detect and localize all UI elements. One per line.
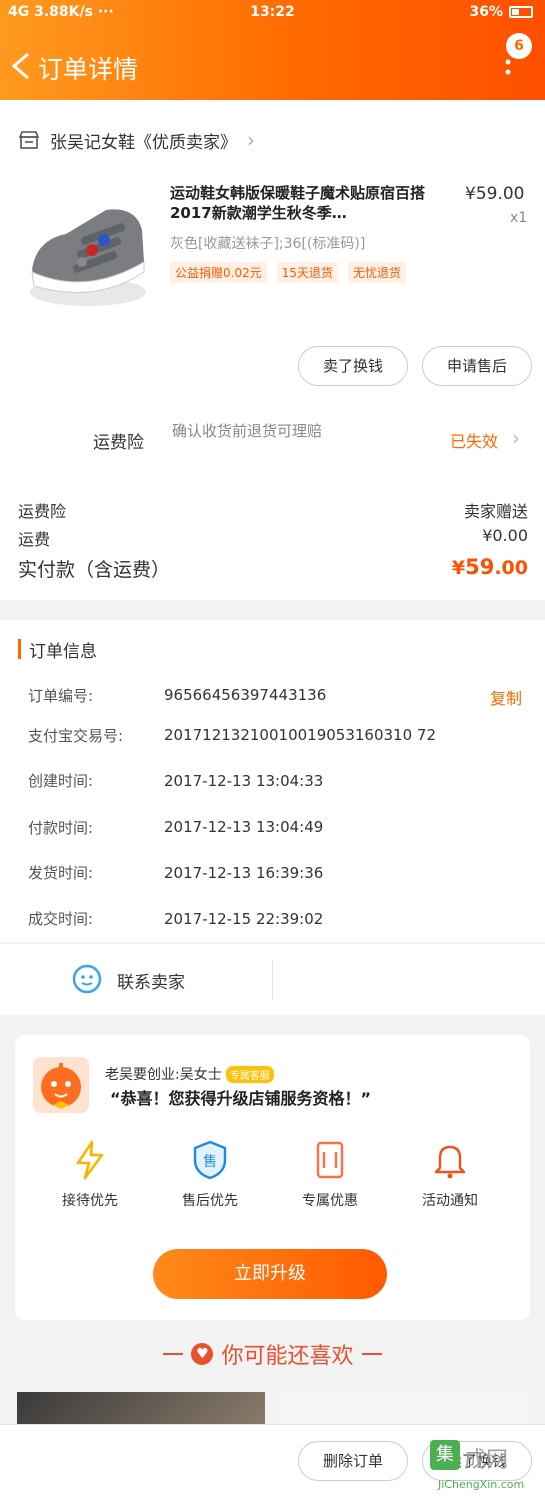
shop-name: 张吴记女鞋《优质卖家》 bbox=[50, 132, 237, 153]
shop-row[interactable]: 张吴记女鞋《优质卖家》 › bbox=[18, 125, 255, 155]
product-title[interactable]: 运动鞋女韩版保暖鞋子魔术贴原宿百搭2017新款潮学生秋冬季… bbox=[170, 183, 450, 223]
after-sale-button[interactable]: 申请售后 bbox=[422, 346, 532, 386]
watermark-url: JiChengXin.com bbox=[438, 1478, 525, 1491]
divider bbox=[272, 960, 273, 1000]
shipping-insurance-desc: 确认收货前退货可理赔 bbox=[172, 422, 323, 440]
upgrade-button[interactable]: 立即升级 bbox=[153, 1249, 387, 1299]
battery-icon bbox=[509, 6, 533, 18]
service-upgrade-card: 老吴要创业:吴女士 专属客服 “恭喜！您获得升级店铺服务资格！” 接待优先 售 … bbox=[15, 1035, 530, 1320]
perk-label: 专属优惠 bbox=[302, 1193, 358, 1209]
order-info-title: 订单信息 bbox=[29, 641, 97, 662]
created-time-value: 2017-12-13 13:04:33 bbox=[164, 772, 324, 790]
product-tags: 公益捐赠0.02元 15天退货 无忧退货 bbox=[170, 262, 407, 283]
status-bar: 4G 3.88K/s ··· 13:22 36% bbox=[0, 0, 545, 26]
contact-seller-row[interactable]: 联系卖家 bbox=[0, 943, 545, 1015]
chevron-right-icon: › bbox=[247, 128, 255, 152]
status-right: 36% bbox=[469, 4, 533, 20]
navbar: 订单详情 bbox=[0, 40, 545, 90]
copy-button[interactable]: 复制 bbox=[490, 685, 522, 709]
perk-label: 接待优先 bbox=[62, 1193, 118, 1209]
section-accent-bar bbox=[18, 639, 21, 659]
mascot-avatar bbox=[33, 1057, 89, 1113]
order-number-label: 订单编号: bbox=[28, 687, 94, 705]
fee-shipping-row: 运费 ¥0.00 bbox=[18, 526, 528, 550]
more-icon[interactable] bbox=[502, 58, 514, 78]
delete-order-button[interactable]: 删除订单 bbox=[298, 1441, 408, 1481]
recommend-header: ♥ 你可能还喜欢 bbox=[0, 1338, 545, 1378]
status-time: 13:22 bbox=[250, 4, 295, 20]
total-decimal: .00 bbox=[494, 557, 528, 579]
order-info-header: 订单信息 bbox=[18, 637, 97, 662]
lightning-icon bbox=[76, 1140, 104, 1180]
back-arrow-icon[interactable] bbox=[10, 52, 32, 80]
fee-insurance-value: 卖家赠送 bbox=[463, 502, 528, 521]
svg-text:售: 售 bbox=[203, 1154, 217, 1170]
tag-charity: 公益捐赠0.02元 bbox=[170, 262, 267, 283]
shipped-time-label: 发货时间: bbox=[28, 864, 94, 882]
promo-badge: 专属客服 bbox=[225, 1065, 274, 1083]
contact-seller-label: 联系卖家 bbox=[117, 973, 185, 993]
product-price: ¥59.00 bbox=[465, 184, 525, 204]
header-bar: 4G 3.88K/s ··· 13:22 36% 订单详情 6 bbox=[0, 0, 545, 100]
shield-icon: 售 bbox=[193, 1140, 227, 1180]
perk-exclusive-discount: 专属优惠 bbox=[275, 1140, 385, 1210]
perk-label: 售后优先 bbox=[182, 1193, 238, 1209]
sell-again-button[interactable]: 卖了换钱 bbox=[298, 346, 408, 386]
watermark-brand: 成网 bbox=[464, 1448, 509, 1473]
promo-subtitle: 老吴要创业:吴女士 专属客服 bbox=[105, 1064, 274, 1084]
product-quantity: x1 bbox=[510, 210, 528, 226]
recommend-item-image[interactable] bbox=[17, 1392, 265, 1424]
closed-time-label: 成交时间: bbox=[28, 910, 94, 928]
fee-shipping-value: ¥0.00 bbox=[482, 526, 528, 545]
paid-time-value: 2017-12-13 13:04:49 bbox=[164, 818, 324, 836]
product-sku: 灰色[收藏送袜子];36[(标准码)] bbox=[170, 236, 366, 252]
tag-15day-return: 15天退货 bbox=[276, 262, 339, 283]
shipping-insurance-status[interactable]: 已失效 bbox=[450, 428, 498, 452]
promo-message: “恭喜！您获得升级店铺服务资格！” bbox=[110, 1089, 372, 1108]
total-row: 实付款（含运费） ¥59.00 bbox=[18, 555, 528, 582]
battery-percent: 36% bbox=[469, 4, 503, 20]
fee-shipping-label: 运费 bbox=[18, 530, 51, 549]
recommend-item-image[interactable] bbox=[280, 1392, 528, 1424]
watermark-logo: 集 bbox=[430, 1440, 460, 1470]
alipay-trade-label: 支付宝交易号: bbox=[28, 727, 124, 745]
shop-icon bbox=[18, 131, 40, 149]
product-image[interactable] bbox=[26, 200, 150, 312]
bell-icon bbox=[434, 1145, 466, 1179]
recommend-title: 你可能还喜欢 bbox=[221, 1344, 354, 1369]
promo-seller-name: 老吴要创业:吴女士 bbox=[105, 1067, 222, 1083]
chat-icon bbox=[72, 964, 102, 994]
perk-reception-priority: 接待优先 bbox=[35, 1140, 145, 1210]
perk-label: 活动通知 bbox=[422, 1193, 478, 1209]
order-number-value: 96566456397443136 bbox=[164, 686, 327, 704]
alipay-trade-value: 20171213210010019053160310 72 bbox=[164, 726, 436, 744]
coupon-icon bbox=[316, 1141, 344, 1179]
heart-icon: ♥ bbox=[191, 1343, 214, 1365]
divider bbox=[163, 1353, 184, 1355]
total-label: 实付款（含运费） bbox=[18, 559, 171, 581]
perk-aftersale-priority: 售 售后优先 bbox=[155, 1140, 265, 1210]
chevron-right-icon: › bbox=[512, 426, 520, 450]
total-integer: 59 bbox=[465, 555, 495, 579]
watermark: 集 成网 JiChengXin.com bbox=[430, 1440, 542, 1498]
page-title: 订单详情 bbox=[38, 55, 139, 84]
closed-time-value: 2017-12-15 22:39:02 bbox=[164, 910, 324, 928]
fee-insurance-label: 运费险 bbox=[18, 502, 67, 521]
perk-activity-notice: 活动通知 bbox=[395, 1140, 505, 1210]
total-currency: ¥ bbox=[451, 557, 466, 579]
paid-time-label: 付款时间: bbox=[28, 819, 94, 837]
divider bbox=[361, 1353, 382, 1355]
shipping-insurance-label: 运费险 bbox=[93, 433, 144, 453]
created-time-label: 创建时间: bbox=[28, 772, 94, 790]
notification-badge: 6 bbox=[506, 33, 532, 59]
shipped-time-value: 2017-12-13 16:39:36 bbox=[164, 864, 324, 882]
total-value: ¥59.00 bbox=[452, 555, 528, 579]
fee-insurance-row: 运费险 卖家赠送 bbox=[18, 498, 528, 522]
tag-worry-free-return: 无忧退货 bbox=[348, 262, 407, 283]
